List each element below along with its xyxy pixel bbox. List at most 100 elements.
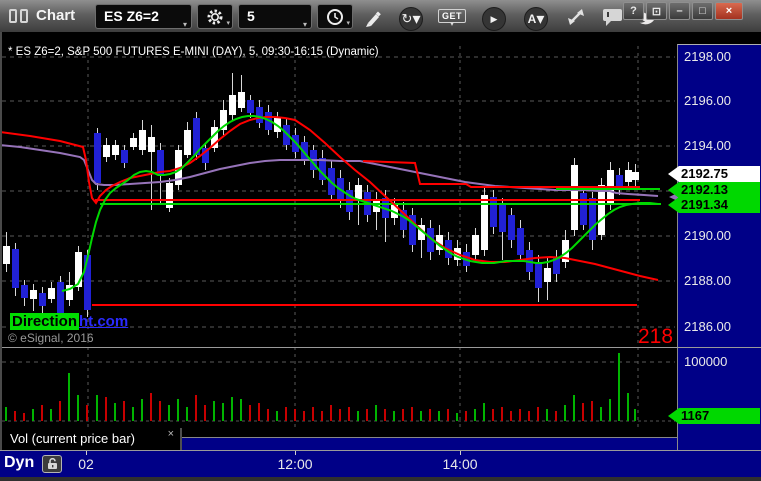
comment-icon [603, 9, 622, 26]
candle-body [94, 133, 101, 183]
watermark-highlight: Direction [10, 313, 80, 330]
minimize-button[interactable]: – [669, 2, 690, 20]
volume-bar [77, 395, 79, 421]
volume-bar [600, 407, 602, 421]
get-data-button[interactable]: GET ▾ [438, 9, 467, 28]
candle-body [57, 282, 64, 314]
chart-canvas[interactable]: * ES Z6=2, S&P 500 FUTURES E-MINI (DAY),… [2, 32, 677, 450]
candle-body [139, 130, 146, 150]
red-level-price-label: 218 [638, 325, 674, 348]
volume-bar [186, 407, 188, 421]
volume-bar [150, 393, 152, 421]
volume-bar [564, 405, 566, 421]
symbol-settings-button[interactable]: ▾ [197, 4, 233, 29]
volume-bar [375, 405, 377, 421]
candle-body [632, 172, 639, 180]
time-axis-label: 12:00 [277, 456, 313, 472]
volume-bar [294, 409, 296, 421]
close-icon[interactable]: × [168, 429, 174, 440]
volume-bar [141, 399, 143, 421]
volume-bar [41, 405, 43, 421]
copyright-notice: © eSignal, 2016 [8, 331, 94, 345]
clock-icon [327, 8, 343, 25]
candle-body [229, 95, 236, 115]
pane-divider[interactable] [2, 347, 761, 348]
candle-body [130, 138, 137, 147]
volume-bar [213, 401, 215, 421]
restore-button[interactable]: ⊡ [646, 2, 667, 20]
interval-value: 5 [247, 8, 255, 24]
volume-bar [240, 399, 242, 421]
volume-bar [438, 411, 440, 421]
symbol-input[interactable]: ES Z6=2 ▾ [95, 4, 192, 29]
volume-pane-tab[interactable]: Vol (current price bar) × [2, 428, 182, 450]
time-axis-tick [86, 451, 87, 455]
volume-bar [510, 411, 512, 421]
time-axis-bar[interactable]: Dyn 02 12:00 14:00 [0, 450, 761, 477]
volume-bar [267, 409, 269, 421]
volume-bar [339, 409, 341, 421]
notes-button[interactable] [602, 7, 624, 27]
watermark-link[interactable]: ht.com [79, 313, 128, 330]
price-badge: 2192.13 [668, 182, 760, 198]
candle-body [30, 290, 37, 299]
volume-bar [5, 407, 7, 421]
volume-bar [492, 409, 494, 421]
volume-bar [393, 411, 395, 421]
volume-bar [312, 407, 314, 421]
volume-bar [132, 407, 134, 421]
candle-body [355, 185, 362, 200]
volume-bar [474, 409, 476, 421]
refresh-icon: ↻ [401, 11, 413, 26]
chevron-down-icon: ▾ [450, 21, 454, 28]
candle-body [12, 249, 19, 288]
lock-scale-button[interactable] [42, 455, 62, 473]
volume-badge: 1167 [668, 408, 760, 424]
link-window-button[interactable] [566, 7, 586, 27]
volume-bar [573, 395, 575, 421]
help-button[interactable]: ? [623, 2, 644, 20]
volume-bar [519, 409, 521, 421]
volume-bar [168, 405, 170, 421]
volume-bar [159, 401, 161, 421]
volume-bar [86, 405, 88, 421]
watermark: Direction ht.com [10, 313, 128, 330]
candle-body [184, 130, 191, 155]
volume-bar [222, 403, 224, 421]
volume-bar [303, 411, 305, 421]
volume-bar [447, 409, 449, 421]
candle-body [48, 288, 55, 299]
candle-body [625, 170, 632, 182]
volume-axis-label: 100000 [684, 354, 728, 369]
axis-top-gap [677, 32, 761, 44]
volume-bar [618, 353, 620, 421]
volume-bar [204, 405, 206, 421]
draw-tool-button[interactable] [362, 7, 384, 29]
playback-button[interactable]: ▶ [482, 7, 506, 31]
title-bar: Chart ES Z6=2 ▾ ▾ 5 ▾ ▾ ↻ ▾ GET ▾ ▶ A ▾ … [0, 0, 761, 33]
time-axis-label: 14:00 [442, 456, 478, 472]
volume-bar [357, 411, 359, 421]
price-axis-label: 2196.00 [684, 93, 731, 108]
volume-bar [384, 409, 386, 421]
chart-window: Chart ES Z6=2 ▾ ▾ 5 ▾ ▾ ↻ ▾ GET ▾ ▶ A ▾ … [0, 0, 761, 481]
close-button[interactable]: × [715, 2, 743, 20]
play-icon: ▶ [490, 13, 498, 24]
time-template-button[interactable]: ▾ [317, 4, 353, 29]
candle-body [39, 293, 46, 306]
maximize-button[interactable]: □ [692, 2, 713, 20]
volume-bar [609, 399, 611, 421]
volume-bar [123, 401, 125, 421]
candle-body [544, 268, 551, 282]
volume-bar [420, 411, 422, 421]
interval-input[interactable]: 5 ▾ [238, 4, 312, 29]
candle-body [103, 145, 110, 157]
volume-bar [591, 401, 593, 421]
auto-trade-button[interactable]: A ▾ [524, 7, 548, 31]
candle-body [3, 246, 10, 264]
reload-chart-button[interactable]: ↻ ▾ [399, 7, 423, 31]
volume-bar [105, 397, 107, 421]
volume-bar [59, 401, 61, 421]
candle-body [571, 165, 578, 230]
volume-bar [537, 407, 539, 421]
